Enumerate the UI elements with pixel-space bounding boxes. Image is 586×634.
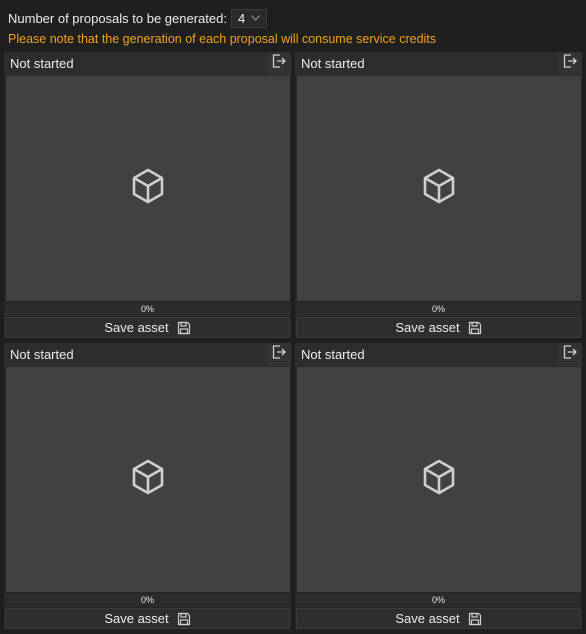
save-asset-label: Save asset	[395, 611, 460, 626]
save-icon	[177, 321, 191, 335]
proposal-card: Not started 0% Save asset	[4, 343, 291, 629]
export-icon	[562, 53, 578, 74]
proposal-count-row: Number of proposals to be generated: 4	[8, 8, 267, 28]
progress-bar: 0%	[5, 594, 290, 607]
cube-icon	[421, 458, 457, 501]
proposal-card: Not started 0% Save asset	[295, 52, 582, 338]
status-label: Not started	[10, 347, 74, 362]
export-icon	[562, 344, 578, 365]
export-button[interactable]	[558, 52, 582, 75]
export-icon	[271, 344, 287, 365]
card-header: Not started	[295, 52, 582, 76]
asset-preview	[6, 76, 290, 301]
progress-text: 0%	[140, 595, 154, 605]
progress-text: 0%	[431, 304, 445, 314]
cube-icon	[130, 458, 166, 501]
progress-bar: 0%	[5, 303, 290, 316]
progress-bar: 0%	[296, 594, 581, 607]
proposal-count-select[interactable]: 4	[230, 8, 267, 28]
asset-preview	[297, 367, 581, 592]
export-button[interactable]	[267, 52, 291, 75]
save-asset-button[interactable]: Save asset	[296, 608, 581, 629]
save-icon	[468, 321, 482, 335]
card-header: Not started	[295, 343, 582, 367]
progress-text: 0%	[431, 595, 445, 605]
asset-preview	[297, 76, 581, 301]
proposal-card: Not started 0% Save asset	[4, 52, 291, 338]
credits-warning: Please note that the generation of each …	[8, 32, 437, 46]
status-label: Not started	[301, 56, 365, 71]
save-asset-label: Save asset	[395, 320, 460, 335]
export-button[interactable]	[267, 343, 291, 366]
export-button[interactable]	[558, 343, 582, 366]
proposal-count-value: 4	[237, 10, 246, 26]
card-header: Not started	[4, 52, 291, 76]
asset-preview	[6, 367, 290, 592]
save-asset-button[interactable]: Save asset	[296, 317, 581, 338]
progress-bar: 0%	[296, 303, 581, 316]
save-icon	[468, 612, 482, 626]
proposal-count-label: Number of proposals to be generated:	[8, 10, 227, 26]
save-asset-button[interactable]: Save asset	[5, 317, 290, 338]
save-asset-label: Save asset	[104, 611, 169, 626]
proposal-card: Not started 0% Save asset	[295, 343, 582, 629]
progress-text: 0%	[140, 304, 154, 314]
export-icon	[271, 53, 287, 74]
status-label: Not started	[301, 347, 365, 362]
cube-icon	[130, 167, 166, 210]
save-asset-label: Save asset	[104, 320, 169, 335]
card-header: Not started	[4, 343, 291, 367]
chevron-down-icon	[251, 13, 260, 23]
save-asset-button[interactable]: Save asset	[5, 608, 290, 629]
save-icon	[177, 612, 191, 626]
status-label: Not started	[10, 56, 74, 71]
cube-icon	[421, 167, 457, 210]
